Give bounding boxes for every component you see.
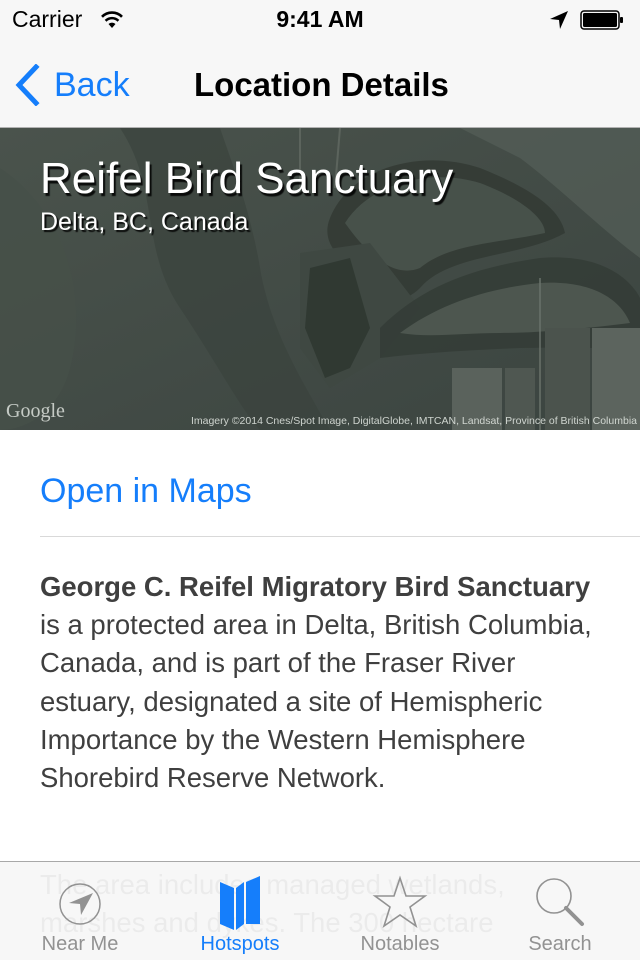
map-icon (220, 876, 260, 930)
tab-notables-label: Notables (360, 933, 440, 955)
place-region: Delta, BC, Canada (40, 208, 249, 236)
back-label: Back (54, 65, 130, 104)
tab-hotspots[interactable]: Hotspots (160, 862, 320, 960)
tab-search-label: Search (528, 933, 592, 955)
divider (40, 536, 640, 537)
top-bar: Carrier 9:41 AM Back Location Details (0, 0, 640, 128)
place-name: Reifel Bird Sanctuary (40, 154, 454, 203)
google-logo: Google (6, 400, 65, 422)
near-me-icon (59, 883, 101, 925)
page-title: Location Details (194, 66, 449, 103)
imagery-credit: Imagery ©2014 Cnes/Spot Image, DigitalGl… (190, 415, 637, 427)
status-time: 9:41 AM (276, 6, 364, 32)
chevron-left-icon (15, 64, 40, 106)
tab-hotspots-label: Hotspots (200, 933, 280, 955)
status-bar: Carrier 9:41 AM (0, 0, 640, 40)
tab-notables[interactable]: Notables (320, 862, 480, 960)
back-button[interactable]: Back (14, 62, 130, 108)
navigation-bar: Back Location Details (0, 40, 640, 128)
location-arrow-icon (550, 11, 568, 29)
star-icon (372, 875, 428, 928)
tab-near-me-label: Near Me (41, 933, 119, 955)
satellite-map[interactable]: Reifel Bird Sanctuary Delta, BC, Canada … (0, 128, 640, 430)
tab-search[interactable]: Search (480, 862, 640, 960)
description: George C. Reifel Migratory Bird Sanctuar… (40, 568, 610, 797)
tab-near-me[interactable]: Near Me (0, 862, 160, 960)
description-bold: George C. Reifel Migratory Bird Sanctuar… (40, 571, 591, 602)
tab-bar: Near Me Hotspots Notables Search (0, 861, 640, 960)
search-icon (536, 878, 584, 926)
description-text: is a protected area in Delta, British Co… (40, 609, 592, 794)
open-in-maps-button[interactable]: Open in Maps (40, 472, 252, 511)
battery-icon (580, 10, 623, 30)
